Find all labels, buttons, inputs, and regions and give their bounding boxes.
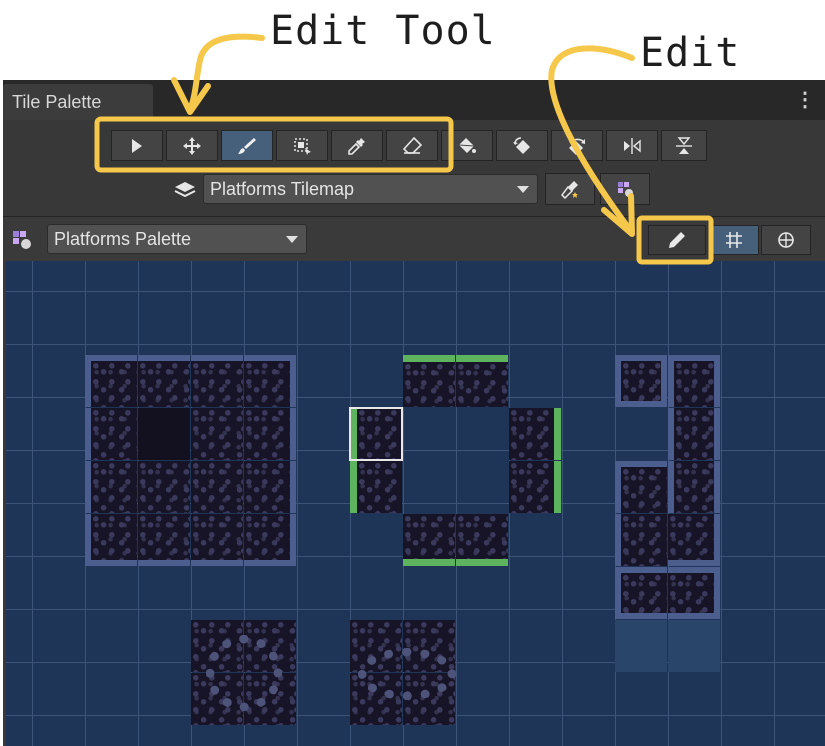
tile-cell[interactable] [668,355,720,407]
tilemap-focus-button[interactable] [545,173,595,205]
tool-move-button[interactable] [166,130,218,161]
tool-paint-button[interactable] [221,130,273,161]
tile-cell[interactable] [244,514,296,566]
gizmo-icon [778,232,794,248]
tile-cell[interactable] [138,355,190,407]
eyedropper-icon [348,137,365,155]
tile-cell[interactable] [138,408,190,460]
flip-vertical-icon [676,136,692,154]
tile-cell[interactable] [191,461,243,513]
tool-flip-x-button[interactable] [606,130,658,161]
tile-cell[interactable] [403,514,455,566]
tile-cell[interactable] [244,461,296,513]
active-tilemap-label: Platforms Tilemap [210,179,355,199]
flip-horizontal-icon [624,137,641,154]
tool-flip-y-button[interactable] [661,130,707,161]
tile-cell[interactable] [85,461,137,513]
active-palette-label: Platforms Palette [54,229,192,249]
tile-cell[interactable] [615,620,667,672]
pencil-icon [669,232,685,248]
tile-cell[interactable] [668,514,720,566]
tool-rotate-cw-button[interactable] [551,130,603,161]
tile-palette-window: Tile Palette ⋮ Platforms Tilemap Platfor… [3,80,825,746]
grid-toggle-button[interactable] [709,225,759,255]
round-tile-pattern [206,635,282,711]
rotate-cw-icon [569,138,585,155]
active-palette-dropdown[interactable]: Platforms Palette [47,224,307,254]
tile-cell[interactable] [85,514,137,566]
tool-box-fill-button[interactable] [276,130,328,161]
oval-tile-pattern [358,648,456,700]
tool-fill-button[interactable] [441,130,493,161]
tile-cell[interactable] [403,355,455,407]
tile-cell[interactable] [138,514,190,566]
tilemap-palette-button[interactable] [600,173,650,205]
kebab-menu-icon[interactable]: ⋮ [795,90,815,110]
tile-cell[interactable] [456,355,508,407]
chevron-down-icon [517,186,529,193]
rotate-ccw-icon [513,136,530,154]
active-tilemap-dropdown[interactable]: Platforms Tilemap [203,174,538,204]
eyedropper-star-icon [561,181,578,199]
move-icon [183,136,201,155]
tile-cell[interactable] [615,514,667,566]
palette-row: Platforms Palette [3,217,825,261]
tile-cell[interactable] [85,408,137,460]
paint-bucket-icon [458,137,476,153]
tab-bar: Tile Palette ⋮ [3,80,825,120]
edit-annotation: Edit [640,30,741,76]
tile-cell[interactable] [509,408,561,460]
box-fill-icon [294,137,311,155]
brush-icon [238,137,256,154]
tab-tile-palette[interactable]: Tile Palette [3,84,153,120]
tool-rotate-ccw-button[interactable] [496,130,548,161]
tile-cell[interactable] [615,567,667,619]
tool-pick-button[interactable] [331,130,383,161]
tile-cell[interactable] [509,461,561,513]
tile-cell[interactable] [668,567,720,619]
tile-cell[interactable] [615,461,667,513]
grid-icon [726,232,742,248]
palette-icon [13,231,31,249]
tile-cell[interactable] [668,620,720,672]
eraser-icon [402,136,422,154]
tile-cell[interactable] [668,461,720,513]
tile-palette-grid[interactable] [6,261,825,746]
tile-cell[interactable] [615,355,667,407]
tile-cell[interactable] [244,408,296,460]
tile-cell[interactable] [191,514,243,566]
tile-cell[interactable] [350,461,402,513]
tool-erase-button[interactable] [386,130,438,161]
selected-tile-outline [349,407,403,461]
layers-icon [174,182,196,198]
edit-tool-annotation: Edit Tool [270,8,496,54]
tool-select-button[interactable] [111,130,163,161]
tile-cell[interactable] [456,514,508,566]
edit-palette-button[interactable] [648,225,706,255]
select-arrow-icon [132,138,142,153]
tile-cell[interactable] [191,408,243,460]
tile-cell[interactable] [244,355,296,407]
tile-cell[interactable] [85,355,137,407]
chevron-down-icon [286,236,298,243]
tile-cell[interactable] [668,408,720,460]
palette-icon [618,182,633,197]
tile-cell[interactable] [138,461,190,513]
gizmo-toggle-button[interactable] [761,225,811,255]
tile-cell[interactable] [191,355,243,407]
